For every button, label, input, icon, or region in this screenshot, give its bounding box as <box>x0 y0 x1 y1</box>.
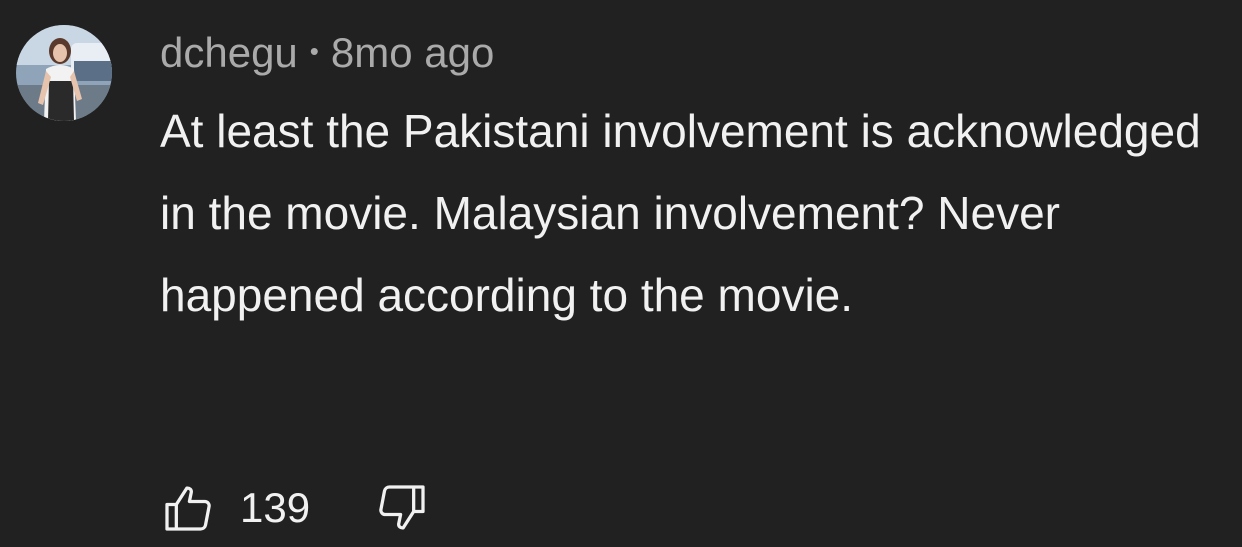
comment-actions: 139 <box>160 480 430 536</box>
thumbs-up-icon <box>165 486 211 531</box>
avatar[interactable] <box>16 25 112 121</box>
comment-text: At least the Pakistani involvement is ac… <box>160 105 1201 321</box>
like-button[interactable] <box>160 480 216 536</box>
like-count: 139 <box>240 484 311 531</box>
comment-meta: dchegu • 8mo ago <box>160 27 494 79</box>
avatar-image <box>16 25 112 121</box>
dislike-button[interactable] <box>374 480 430 536</box>
author-name[interactable]: dchegu <box>160 29 298 77</box>
thumbs-down-icon <box>379 485 425 530</box>
comment: dchegu • 8mo ago At least the Pakistani … <box>0 0 1242 547</box>
meta-separator: • <box>309 35 319 66</box>
comment-timestamp[interactable]: 8mo ago <box>331 29 494 77</box>
